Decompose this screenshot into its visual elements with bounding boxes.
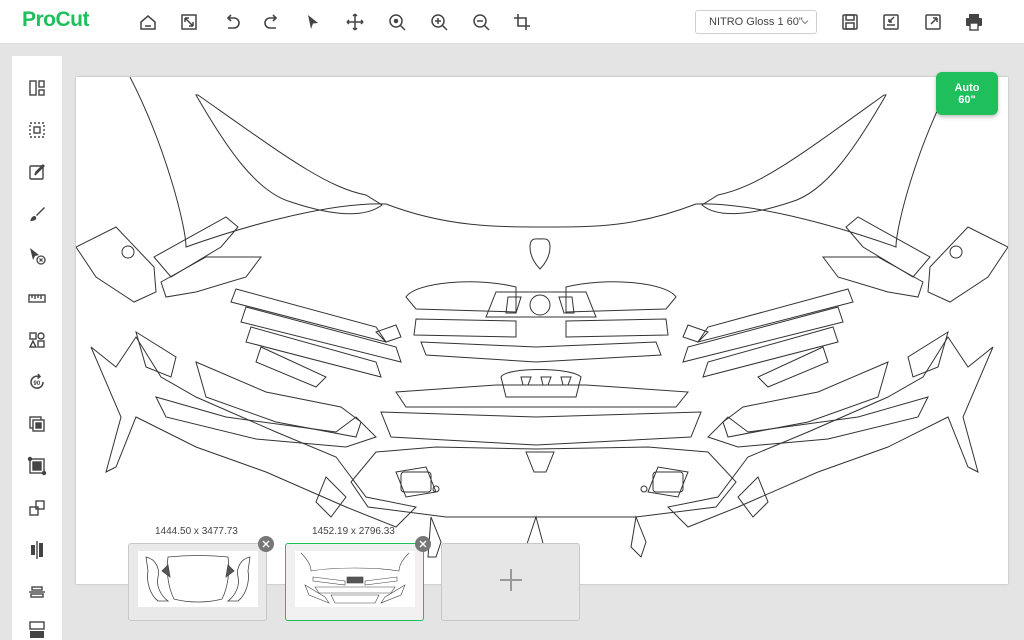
- print-icon[interactable]: [961, 9, 987, 35]
- zoom-area-icon[interactable]: [384, 9, 410, 35]
- import-icon[interactable]: [878, 9, 904, 35]
- export-icon[interactable]: [920, 9, 946, 35]
- app-logo: ProCut: [22, 8, 90, 31]
- chevron-down-icon: [800, 17, 810, 27]
- align-bottom-icon[interactable]: [25, 618, 49, 640]
- shapes-icon[interactable]: [25, 328, 49, 352]
- distribute-icon[interactable]: [25, 580, 49, 604]
- cursor-delete-icon[interactable]: [25, 244, 49, 268]
- sheet-2-close-icon[interactable]: [415, 536, 431, 552]
- sheet-thumbnail-1[interactable]: [128, 536, 274, 621]
- undo-icon[interactable]: [219, 9, 245, 35]
- tool-sidebar: 90: [12, 56, 62, 640]
- save-icon[interactable]: [837, 9, 863, 35]
- auto-nest-button[interactable]: Auto 60": [936, 72, 998, 115]
- group-select-icon[interactable]: [25, 118, 49, 142]
- auto-nest-label: Auto: [954, 82, 980, 94]
- edit-icon[interactable]: [25, 160, 49, 184]
- material-select-value: NITRO Gloss 1 60": [709, 16, 803, 28]
- sheet-thumbnail-2[interactable]: [285, 536, 431, 621]
- zoom-out-icon[interactable]: [468, 9, 494, 35]
- weed-box-icon[interactable]: [25, 454, 49, 478]
- sheet-1-preview: [138, 551, 258, 607]
- move-icon[interactable]: [342, 9, 368, 35]
- layers-icon[interactable]: [25, 412, 49, 436]
- top-toolbar: ProCut NITRO Gloss 1 60": [0, 0, 1024, 44]
- add-sheet-button[interactable]: [441, 543, 580, 621]
- align-center-icon[interactable]: [25, 538, 49, 562]
- crop-icon[interactable]: [509, 9, 535, 35]
- design-canvas[interactable]: [76, 77, 1008, 584]
- plus-icon: [498, 567, 524, 598]
- material-select[interactable]: NITRO Gloss 1 60": [695, 10, 817, 34]
- select-arrow-icon[interactable]: [300, 9, 326, 35]
- sheet-1-close-icon[interactable]: [258, 536, 274, 552]
- home-icon[interactable]: [135, 9, 161, 35]
- brush-icon[interactable]: [25, 202, 49, 226]
- ruler-icon[interactable]: [25, 286, 49, 310]
- redo-icon[interactable]: [259, 9, 285, 35]
- rotate-90-icon[interactable]: 90: [25, 370, 49, 394]
- sheet-2-dimensions: 1452.19 x 2796.33: [312, 526, 395, 537]
- fit-screen-icon[interactable]: [176, 9, 202, 35]
- svg-text:90: 90: [34, 381, 41, 387]
- sheet-2-preview: [295, 551, 415, 607]
- sheet-1-dimensions: 1444.50 x 3477.73: [155, 526, 238, 537]
- zoom-in-icon[interactable]: [426, 9, 452, 35]
- vehicle-cut-pattern: [76, 77, 1008, 558]
- layout-icon[interactable]: [25, 76, 49, 100]
- auto-nest-width: 60": [958, 94, 976, 106]
- arrange-icon[interactable]: [25, 496, 49, 520]
